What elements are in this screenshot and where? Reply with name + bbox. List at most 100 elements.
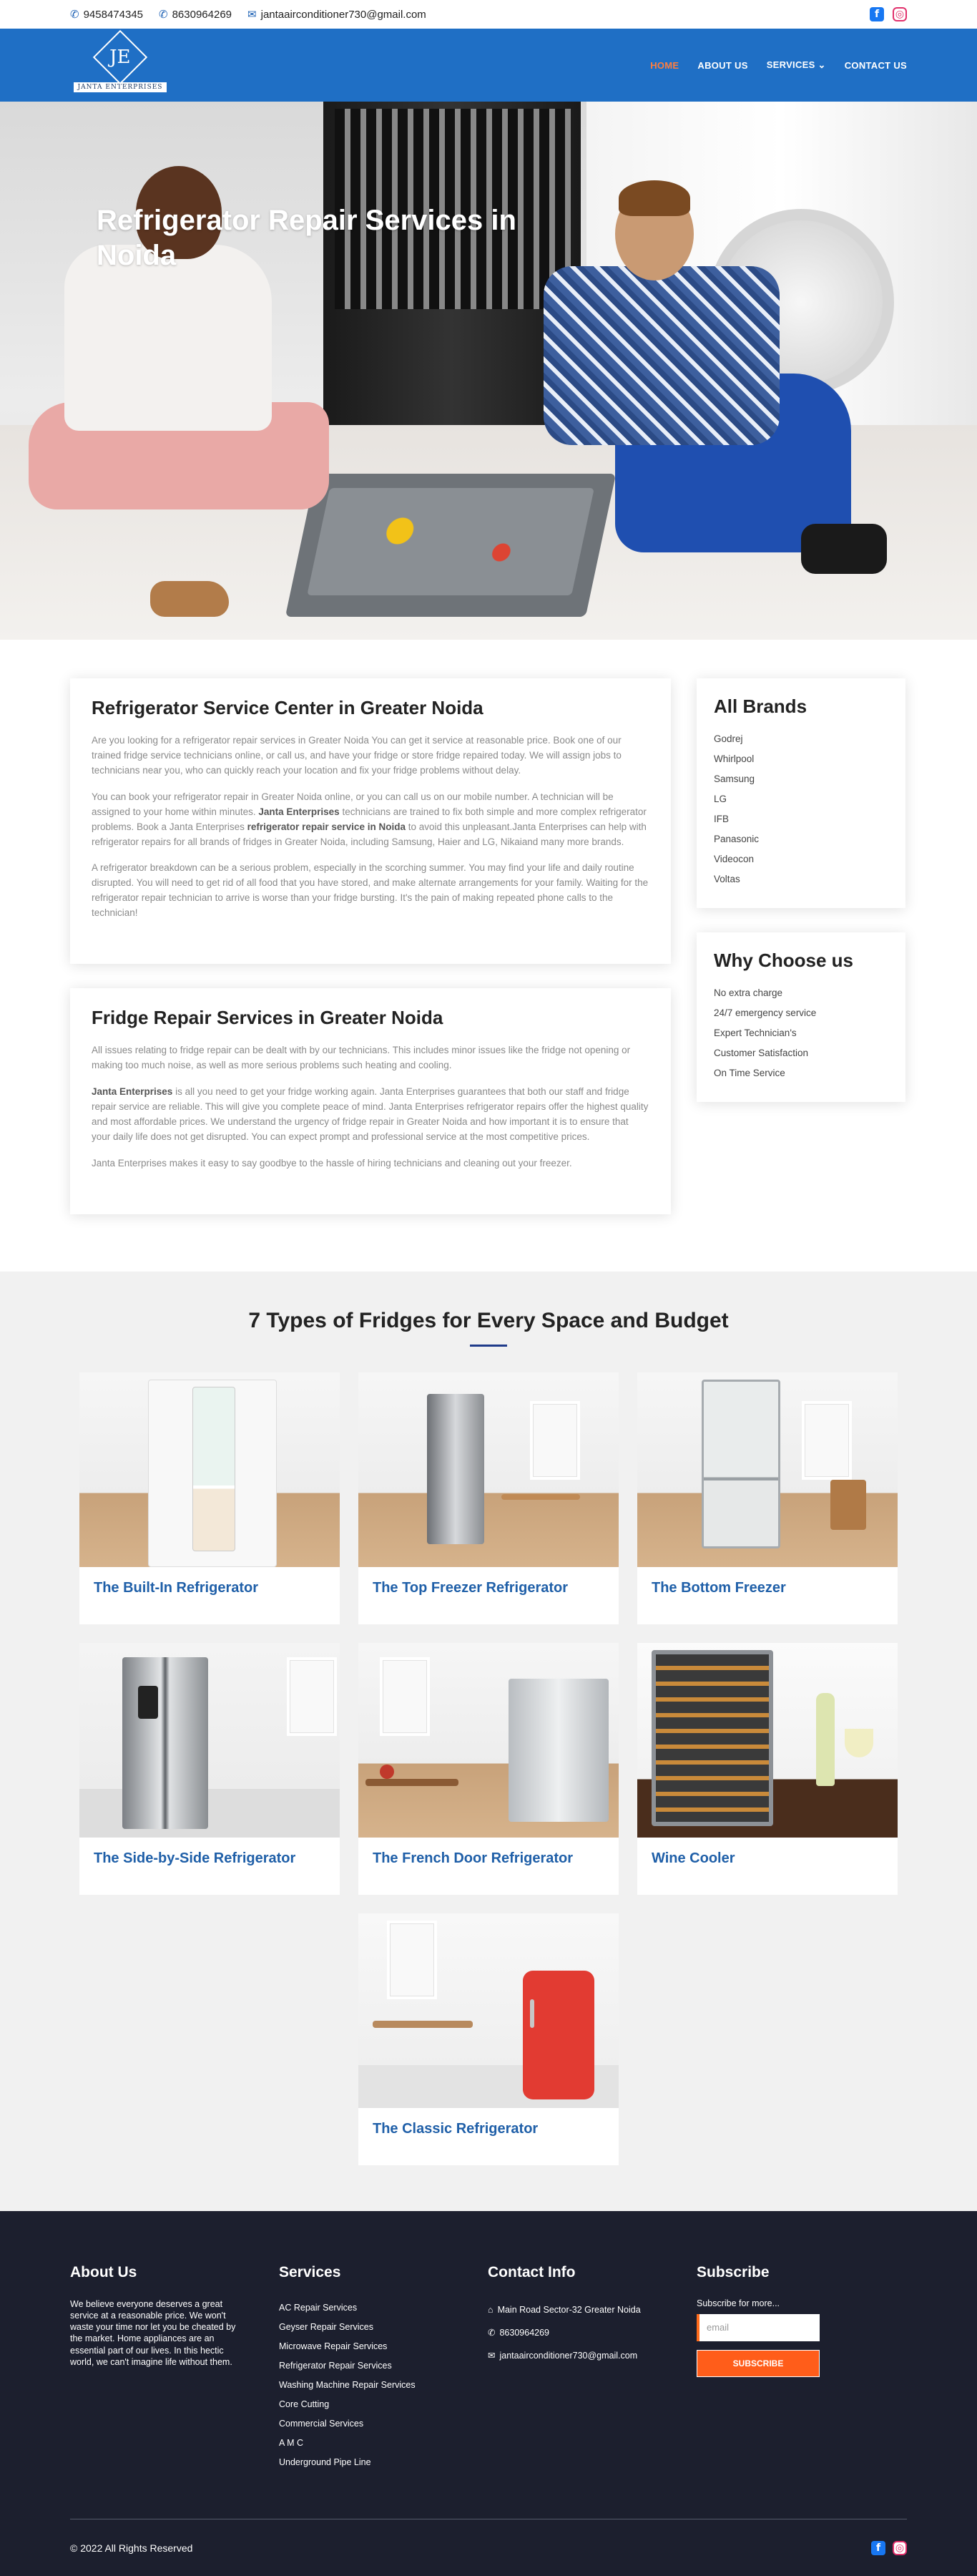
subscribe-email-input[interactable]: email bbox=[697, 2313, 820, 2341]
title-underline bbox=[470, 1344, 507, 1347]
fridge-type-card[interactable]: The Classic Refrigerator bbox=[358, 1913, 619, 2165]
why-item: Customer Satisfaction bbox=[714, 1048, 809, 1058]
hero-banner: Refrigerator Repair Services in Noida bbox=[0, 102, 977, 640]
service-center-para-1: Are you looking for a refrigerator repai… bbox=[92, 735, 622, 776]
hero-technician-shirt bbox=[544, 266, 780, 445]
instagram-icon[interactable]: ◎ bbox=[893, 2540, 907, 2555]
nav-services-label: SERVICES bbox=[766, 59, 815, 70]
content-main-column: Refrigerator Service Center in Greater N… bbox=[70, 678, 671, 1214]
facebook-icon[interactable]: f bbox=[871, 2540, 885, 2555]
email-text: jantaairconditioner730@gmail.com bbox=[499, 2350, 638, 2361]
brands-list: Godrej Whirlpool Samsung LG IFB Panasoni… bbox=[714, 729, 888, 889]
site-logo[interactable]: JE JANTA ENTERPRISES bbox=[70, 29, 170, 94]
footer-about: About Us We believe everyone deserves a … bbox=[70, 2264, 279, 2472]
instagram-icon[interactable]: ◎ bbox=[893, 7, 907, 21]
footer-email[interactable]: ✉ jantaairconditioner730@gmail.com bbox=[488, 2344, 697, 2367]
fridge-illustration bbox=[523, 1970, 594, 2099]
para-bold: refrigerator repair service in Noida bbox=[247, 821, 406, 832]
fridge-type-image bbox=[358, 1642, 619, 1838]
fridge-repair-title: Fridge Repair Services in Greater Noida bbox=[92, 1007, 443, 1029]
fridge-type-card[interactable]: Wine Cooler bbox=[637, 1642, 898, 1895]
table-illustration bbox=[501, 1493, 580, 1500]
footer-service-link[interactable]: Underground Pipe Line bbox=[279, 2453, 488, 2472]
fridge-type-card[interactable]: The Bottom Freezer bbox=[637, 1372, 898, 1624]
footer-address: ⌂ Main Road Sector-32 Greater Noida bbox=[488, 2298, 697, 2321]
dispenser-illustration bbox=[138, 1685, 158, 1719]
footer-about-text: We believe everyone deserves a great ser… bbox=[70, 2298, 236, 2367]
fridge-type-label: The Classic Refrigerator bbox=[373, 2120, 539, 2137]
phone-1-text: 9458474345 bbox=[83, 8, 144, 21]
footer-service-link[interactable]: A M C bbox=[279, 2434, 488, 2453]
footer-service-link[interactable]: Microwave Repair Services bbox=[279, 2337, 488, 2356]
fridge-types-section: 7 Types of Fridges for Every Space and B… bbox=[0, 1271, 977, 2211]
table-illustration bbox=[373, 2020, 473, 2028]
footer-columns: About Us We believe everyone deserves a … bbox=[70, 2264, 907, 2472]
footer-service-link[interactable]: Washing Machine Repair Services bbox=[279, 2376, 488, 2395]
envelope-icon: ✉ bbox=[488, 2350, 496, 2361]
fridge-type-card[interactable]: The Built-In Refrigerator bbox=[79, 1372, 340, 1624]
why-item: Expert Technician's bbox=[714, 1028, 797, 1038]
footer-service-link[interactable]: Geyser Repair Services bbox=[279, 2318, 488, 2337]
footer-service-link[interactable]: Refrigerator Repair Services bbox=[279, 2356, 488, 2376]
para-bold: Janta Enterprises bbox=[92, 1085, 173, 1097]
email-text: jantaairconditioner730@gmail.com bbox=[260, 8, 426, 21]
fridge-repair-para-1: All issues relating to fridge repair can… bbox=[92, 1045, 631, 1071]
brands-title: All Brands bbox=[714, 696, 807, 717]
wine-glass-illustration bbox=[845, 1728, 873, 1757]
nav-services[interactable]: SERVICES ⌄ bbox=[767, 59, 826, 71]
address-text: Main Road Sector-32 Greater Noida bbox=[497, 2304, 641, 2315]
facebook-icon[interactable]: f bbox=[870, 7, 884, 21]
footer-services-list: AC Repair Services Geyser Repair Service… bbox=[279, 2298, 488, 2472]
nav-home[interactable]: HOME bbox=[650, 60, 679, 71]
email-link[interactable]: ✉ jantaairconditioner730@gmail.com bbox=[247, 8, 426, 21]
nav-about[interactable]: ABOUT US bbox=[697, 60, 747, 71]
fridge-type-card[interactable]: The Side-by-Side Refrigerator bbox=[79, 1642, 340, 1895]
brand-item: Godrej bbox=[714, 733, 743, 744]
apple-illustration bbox=[380, 1764, 394, 1779]
fridge-type-card[interactable]: The French Door Refrigerator bbox=[358, 1642, 619, 1895]
window-decor bbox=[380, 1657, 430, 1736]
fridge-type-card[interactable]: The Top Freezer Refrigerator bbox=[358, 1372, 619, 1624]
nav-menu: HOME ABOUT US SERVICES ⌄ CONTACT US bbox=[650, 59, 907, 71]
fridge-illustration bbox=[192, 1386, 235, 1551]
chair-illustration bbox=[830, 1479, 866, 1530]
footer-service-link[interactable]: Core Cutting bbox=[279, 2395, 488, 2414]
phone-link-1[interactable]: ✆ 9458474345 bbox=[70, 8, 143, 21]
social-links: f ◎ bbox=[870, 7, 907, 21]
fridge-types-grid: The Built-In Refrigerator The Top Freeze… bbox=[70, 1372, 907, 2165]
why-choose-list: No extra charge 24/7 emergency service E… bbox=[714, 983, 888, 1083]
nav-contact[interactable]: CONTACT US bbox=[845, 60, 907, 71]
phone-text: 8630964269 bbox=[499, 2327, 550, 2338]
hero-technician-hair bbox=[619, 180, 690, 216]
footer-service-link[interactable]: Commercial Services bbox=[279, 2414, 488, 2434]
brand-item: Whirlpool bbox=[714, 753, 755, 764]
footer-phone[interactable]: ✆ 8630964269 bbox=[488, 2321, 697, 2344]
phone-2-text: 8630964269 bbox=[172, 8, 232, 21]
why-choose-card: Why Choose us No extra charge 24/7 emerg… bbox=[697, 932, 905, 1102]
subscribe-text: Subscribe for more... bbox=[697, 2298, 780, 2308]
fridge-illustration bbox=[122, 1657, 208, 1829]
handle-illustration bbox=[530, 1999, 534, 2028]
hero-technician-boot bbox=[801, 524, 887, 574]
why-item: 24/7 emergency service bbox=[714, 1008, 817, 1018]
fridge-repair-para-2: Janta Enterprises is all you need to get… bbox=[92, 1085, 649, 1145]
brand-item: Videocon bbox=[714, 854, 755, 864]
copyright-text: © 2022 All Rights Reserved bbox=[70, 2542, 193, 2554]
fridge-type-label: The Built-In Refrigerator bbox=[94, 1579, 259, 1596]
service-center-card: Refrigerator Service Center in Greater N… bbox=[70, 678, 671, 965]
footer-contact-title: Contact Info bbox=[488, 2263, 576, 2280]
footer-service-link[interactable]: AC Repair Services bbox=[279, 2298, 488, 2318]
service-center-title: Refrigerator Service Center in Greater N… bbox=[92, 697, 483, 718]
table-illustration bbox=[365, 1778, 458, 1786]
footer-about-title: About Us bbox=[70, 2263, 137, 2280]
why-choose-title: Why Choose us bbox=[714, 950, 854, 971]
fridge-types-title: 7 Types of Fridges for Every Space and B… bbox=[248, 1308, 729, 1332]
service-center-para-3: A refrigerator breakdown can be a seriou… bbox=[92, 862, 649, 919]
fridge-type-label: The Top Freezer Refrigerator bbox=[373, 1579, 569, 1596]
wine-bottle-illustration bbox=[816, 1692, 835, 1786]
fridge-illustration bbox=[427, 1393, 484, 1544]
phone-link-2[interactable]: ✆ 8630964269 bbox=[159, 8, 232, 21]
subscribe-button[interactable]: SUBSCRIBE bbox=[697, 2349, 820, 2377]
fridge-type-image bbox=[358, 1372, 619, 1567]
why-item: On Time Service bbox=[714, 1068, 785, 1078]
